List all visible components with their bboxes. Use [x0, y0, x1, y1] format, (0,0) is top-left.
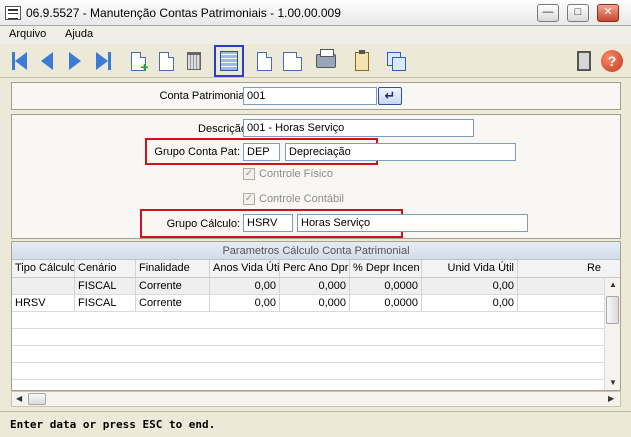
- exit-icon[interactable]: [571, 48, 597, 74]
- cell-depr-incen[interactable]: 0,0000: [350, 278, 422, 295]
- cell-unid-vida-util[interactable]: 0,00: [422, 278, 518, 295]
- grupo-calculo-description: Horas Serviço: [297, 214, 528, 232]
- column-header-cenario[interactable]: Cenário: [75, 260, 136, 277]
- column-header-anos-vida-util[interactable]: Anos Vida Útil: [210, 260, 280, 277]
- cell-cenario[interactable]: FISCAL: [75, 295, 136, 312]
- descricao-input[interactable]: 001 - Horas Serviço: [243, 119, 474, 137]
- title-bar: 06.9.5527 - Manutenção Contas Patrimonia…: [0, 0, 631, 26]
- delete-record-icon[interactable]: [181, 48, 207, 74]
- table-row-empty[interactable]: [12, 329, 604, 346]
- form-panel: Descrição: 001 - Horas Serviço Grupo Con…: [11, 114, 621, 239]
- grid-header: Tipo Cálculo Cenário Finalidade Anos Vid…: [12, 260, 620, 278]
- grupo-conta-code-input[interactable]: DEP: [243, 143, 280, 161]
- previous-record-icon[interactable]: [34, 48, 60, 74]
- grid-caption: Parametros Cálculo Conta Patrimonial: [12, 242, 620, 260]
- clipboard-icon[interactable]: [349, 48, 375, 74]
- column-header-finalidade[interactable]: Finalidade: [136, 260, 210, 277]
- conta-patrimonial-label: Conta Patrimonial:: [159, 90, 251, 102]
- next-record-icon[interactable]: [62, 48, 88, 74]
- scroll-right-icon[interactable]: ▶: [608, 394, 614, 403]
- table-row[interactable]: FISCAL Corrente 0,00 0,000 0,0000 0,00: [12, 278, 604, 295]
- first-record-icon[interactable]: [6, 48, 32, 74]
- grupo-calculo-label: Grupo Cálculo:: [166, 218, 240, 230]
- header-panel: Conta Patrimonial: 001 ↵: [11, 82, 621, 110]
- table-row-empty[interactable]: [12, 346, 604, 363]
- document-icon[interactable]: [251, 48, 277, 74]
- last-record-icon[interactable]: [90, 48, 116, 74]
- cell-finalidade[interactable]: Corrente: [136, 278, 210, 295]
- toolbar: + ?: [0, 44, 631, 78]
- column-header-tipo-calculo[interactable]: Tipo Cálculo: [12, 260, 75, 277]
- window-title: 06.9.5527 - Manutenção Contas Patrimonia…: [26, 6, 341, 20]
- grupo-calculo-code-input[interactable]: HSRV: [243, 214, 293, 232]
- maximize-button[interactable]: □: [567, 4, 589, 22]
- cell-perc-ano-dpr[interactable]: 0,000: [280, 295, 350, 312]
- descricao-label: Descrição:: [198, 123, 250, 135]
- cell-tipo-calculo[interactable]: [12, 278, 75, 295]
- table-row-empty[interactable]: [12, 312, 604, 329]
- close-button[interactable]: ✕: [597, 4, 619, 22]
- cell-perc-ano-dpr[interactable]: 0,000: [280, 278, 350, 295]
- scroll-left-icon[interactable]: ◀: [16, 394, 22, 403]
- column-header-depr-incen[interactable]: % Depr Incen: [350, 260, 422, 277]
- search-icon[interactable]: [279, 48, 305, 74]
- cell-anos-vida-util[interactable]: 0,00: [210, 278, 280, 295]
- vertical-scrollbar[interactable]: ▲ ▼: [604, 278, 620, 390]
- cell-tipo-calculo[interactable]: HRSV: [12, 295, 75, 312]
- scroll-up-icon[interactable]: ▲: [609, 280, 617, 289]
- cell-anos-vida-util[interactable]: 0,00: [210, 295, 280, 312]
- enter-button[interactable]: ↵: [378, 87, 402, 105]
- cell-depr-incen[interactable]: 0,0000: [350, 295, 422, 312]
- parametros-grid: Parametros Cálculo Conta Patrimonial Tip…: [11, 241, 621, 391]
- status-bar: Enter data or press ESC to end.: [0, 411, 631, 437]
- table-row[interactable]: HRSV FISCAL Corrente 0,00 0,000 0,0000 0…: [12, 295, 604, 312]
- controle-fisico-label: Controle Físico: [259, 168, 333, 180]
- help-icon[interactable]: ?: [599, 48, 625, 74]
- horizontal-scroll-thumb[interactable]: [28, 393, 46, 405]
- cell-cenario[interactable]: FISCAL: [75, 278, 136, 295]
- cell-unid-vida-util[interactable]: 0,00: [422, 295, 518, 312]
- controle-fisico-checkbox[interactable]: ✓: [243, 168, 255, 180]
- print-icon[interactable]: [313, 48, 339, 74]
- new-record-icon[interactable]: +: [125, 48, 151, 74]
- vertical-scroll-thumb[interactable]: [606, 296, 619, 324]
- status-text: Enter data or press ESC to end.: [10, 418, 216, 431]
- scroll-down-icon[interactable]: ▼: [609, 378, 617, 387]
- menu-ajuda[interactable]: Ajuda: [65, 28, 93, 40]
- column-header-perc-ano-dpr[interactable]: Perc Ano Dpr: [280, 260, 350, 277]
- controle-contabil-checkbox[interactable]: ✓: [243, 193, 255, 205]
- column-header-re[interactable]: Re: [518, 260, 604, 277]
- cell-finalidade[interactable]: Corrente: [136, 295, 210, 312]
- app-icon: [5, 6, 21, 20]
- table-row-empty[interactable]: [12, 363, 604, 380]
- column-header-unid-vida-util[interactable]: Unid Vida Útil: [422, 260, 518, 277]
- grupo-conta-description: Depreciação: [285, 143, 516, 161]
- minimize-button[interactable]: —: [537, 4, 559, 22]
- menu-arquivo[interactable]: Arquivo: [9, 28, 46, 40]
- copy-icon[interactable]: [383, 48, 409, 74]
- grid-view-icon[interactable]: [214, 45, 244, 77]
- menu-bar: Arquivo Ajuda: [0, 26, 631, 44]
- controle-contabil-label: Controle Contábil: [259, 193, 344, 205]
- horizontal-scrollbar[interactable]: ◀ ▶: [11, 391, 621, 407]
- conta-patrimonial-input[interactable]: 001: [243, 87, 377, 105]
- edit-record-icon[interactable]: [153, 48, 179, 74]
- grupo-conta-label: Grupo Conta Pat:: [154, 146, 240, 158]
